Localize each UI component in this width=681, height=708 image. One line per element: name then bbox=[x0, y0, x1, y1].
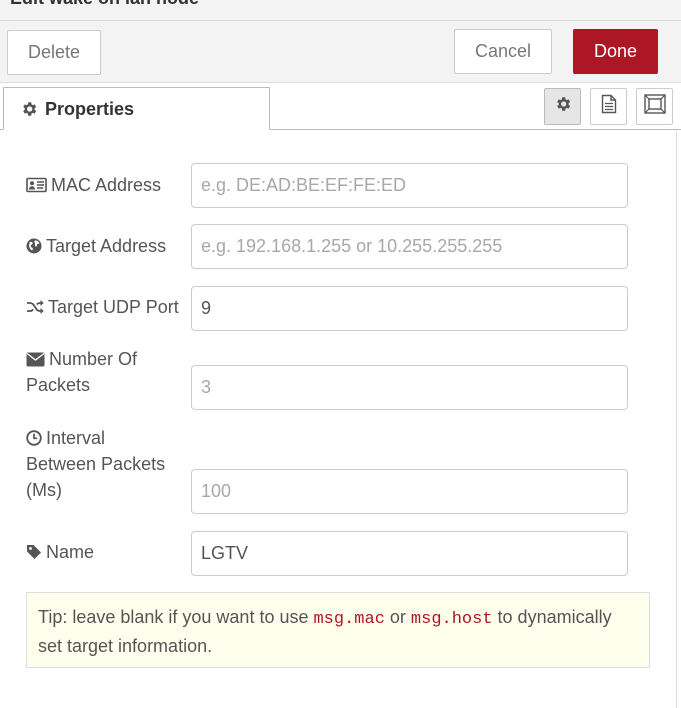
target-label: Target Address bbox=[26, 233, 191, 259]
port-label: Target UDP Port bbox=[26, 294, 191, 320]
tip-code-host: msg.host bbox=[410, 610, 493, 629]
tip-prefix: Tip: leave blank if you want to use bbox=[38, 607, 314, 627]
interval-input[interactable] bbox=[191, 469, 628, 514]
tag-icon bbox=[27, 545, 41, 559]
mac-address-input[interactable] bbox=[191, 163, 628, 208]
target-address-input[interactable] bbox=[191, 224, 628, 269]
interval-label: Interval Between Packets (Ms) bbox=[26, 425, 191, 503]
mac-label-text: MAC Address bbox=[51, 175, 162, 195]
done-button[interactable]: Done bbox=[573, 29, 658, 74]
tab-properties-label: Properties bbox=[45, 99, 135, 119]
number-of-packets-input[interactable] bbox=[191, 365, 628, 410]
name-input[interactable] bbox=[191, 531, 628, 576]
clock-icon bbox=[26, 430, 42, 446]
dialog-title-bar: Edit wake on lan node bbox=[0, 0, 681, 21]
delete-button[interactable]: Delete bbox=[7, 30, 101, 75]
appearance-icon bbox=[643, 94, 666, 119]
name-label-text: Name bbox=[46, 542, 95, 562]
description-icon bbox=[601, 94, 617, 119]
gear-icon bbox=[554, 95, 572, 118]
dialog-toolbar: Delete Cancel Done bbox=[0, 21, 681, 83]
name-label: Name bbox=[26, 539, 191, 565]
panel-right-border bbox=[676, 130, 677, 708]
target-udp-port-input[interactable] bbox=[191, 286, 628, 331]
port-label-text: Target UDP Port bbox=[48, 297, 179, 317]
tab-bar: Properties bbox=[0, 83, 681, 130]
interval-label-line1: Interval bbox=[46, 428, 106, 448]
random-icon bbox=[27, 300, 44, 314]
globe-icon bbox=[26, 238, 42, 254]
interval-label-line3: (Ms) bbox=[26, 480, 62, 500]
tab-properties[interactable]: Properties bbox=[3, 87, 270, 130]
tab-description[interactable] bbox=[590, 88, 627, 125]
envelope-icon bbox=[26, 352, 45, 367]
tip-middle: or bbox=[384, 607, 411, 627]
target-label-text: Target Address bbox=[46, 236, 167, 256]
dialog-title: Edit wake on lan node bbox=[10, 0, 199, 9]
gear-icon bbox=[20, 100, 38, 123]
tab-appearance[interactable] bbox=[636, 88, 673, 125]
tip-code-mac: msg.mac bbox=[313, 610, 385, 629]
tab-node-settings[interactable] bbox=[544, 88, 581, 125]
mac-label: MAC Address bbox=[26, 172, 191, 198]
packets-label-line1: Number Of bbox=[49, 349, 138, 369]
id-card-icon bbox=[26, 177, 47, 193]
packets-label: Number Of Packets bbox=[26, 346, 191, 398]
tip-box: Tip: leave blank if you want to use msg.… bbox=[26, 592, 650, 668]
interval-label-line2: Between Packets bbox=[26, 454, 166, 474]
cancel-button[interactable]: Cancel bbox=[454, 29, 552, 74]
packets-label-line2: Packets bbox=[26, 375, 91, 395]
